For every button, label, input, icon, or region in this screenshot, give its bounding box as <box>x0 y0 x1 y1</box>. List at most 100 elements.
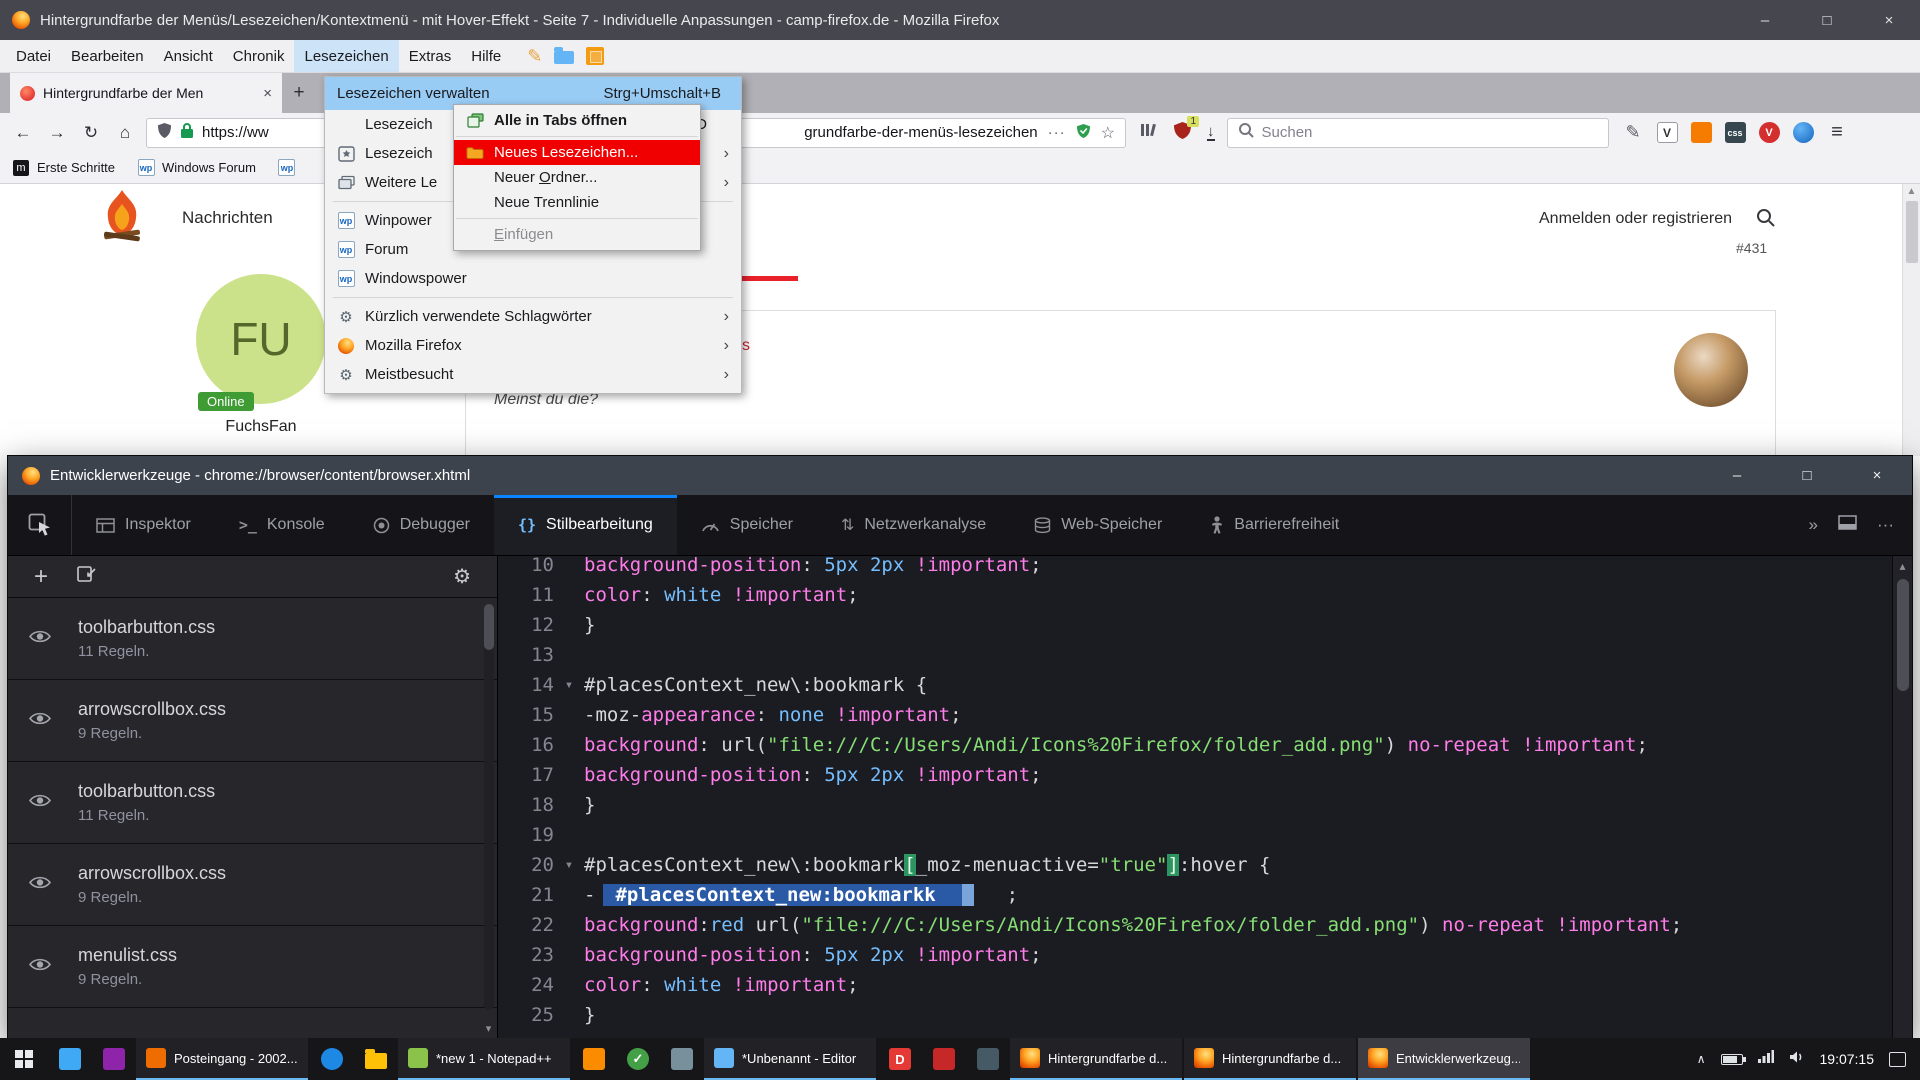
minimize-button[interactable]: – <box>1734 0 1796 40</box>
stylesheet-item[interactable]: arrowscrollbox.css9 Regeln. <box>8 844 497 926</box>
code-text[interactable]: } <box>584 790 595 820</box>
devtools-maximize-button[interactable]: □ <box>1772 456 1842 495</box>
code-text[interactable]: #placesContext_new\:bookmark { <box>584 670 927 700</box>
taskbar-icon-pinned-app-1[interactable] <box>48 1038 92 1080</box>
menubar-item-chronik[interactable]: Chronik <box>223 40 295 72</box>
new-tab-button[interactable]: + <box>282 73 316 113</box>
context-menu-item[interactable]: Alle in Tabs öffnen <box>454 108 700 133</box>
campfire-logo-icon[interactable] <box>100 188 144 247</box>
taskbar-icon-explorer-app[interactable] <box>354 1038 398 1080</box>
action-center-icon[interactable] <box>1889 1052 1906 1067</box>
close-button[interactable]: × <box>1858 0 1920 40</box>
fold-marker-icon[interactable]: ▾ <box>554 670 584 700</box>
stylesheet-item[interactable]: menulist.css9 Regeln. <box>8 926 497 1008</box>
taskbar-button[interactable]: *Unbenannt - Editor <box>704 1038 876 1080</box>
code-lines[interactable]: 10background-position: 5px 2px !importan… <box>498 556 1892 1038</box>
clock[interactable]: 19:07:15 <box>1820 1051 1875 1067</box>
devtools-close-button[interactable]: × <box>1842 456 1912 495</box>
menubar-item-lesezeichen[interactable]: Lesezeichen <box>294 40 398 72</box>
tab-close-icon[interactable]: × <box>263 85 272 102</box>
page-search-icon[interactable] <box>1756 208 1776 233</box>
devtools-tab-storage[interactable]: Web-Speicher <box>1010 495 1186 555</box>
folder-tool-icon[interactable] <box>554 51 574 64</box>
bookmarks-bar-item[interactable]: mErste Schritte <box>12 159 115 177</box>
code-text[interactable]: color: white !important; <box>584 580 859 610</box>
code-text[interactable]: background:red url("file:///C:/Users/And… <box>584 910 1682 940</box>
reload-button[interactable]: ↻ <box>74 116 108 150</box>
split-console-icon[interactable] <box>1838 515 1857 535</box>
sign-in-link[interactable]: Anmelden oder registrieren <box>1539 210 1732 228</box>
taskbar-button[interactable]: Hintergrundfarbe d... <box>1010 1038 1182 1080</box>
menubar-item-ansicht[interactable]: Ansicht <box>154 40 223 72</box>
taskbar-button[interactable]: *new 1 - Notepad++ <box>398 1038 570 1080</box>
context-menu-item[interactable]: Neuer Ordner... <box>454 165 700 190</box>
library-icon[interactable] <box>1140 122 1158 143</box>
context-menu-item[interactable]: Neue Trennlinie <box>454 190 700 215</box>
network-icon[interactable] <box>1758 1050 1774 1068</box>
lock-icon[interactable] <box>180 122 194 143</box>
v-addon-icon[interactable]: V <box>1657 122 1678 143</box>
volume-icon[interactable] <box>1789 1050 1805 1069</box>
context-menu-item[interactable]: Einfügen <box>454 222 700 247</box>
css-addon-icon[interactable]: css <box>1725 122 1746 143</box>
devtools-options-button[interactable]: ··· <box>1877 515 1894 535</box>
page-actions-more-icon[interactable]: ··· <box>1048 124 1066 141</box>
menu-item[interactable]: Mozilla Firefox› <box>325 331 741 360</box>
code-text[interactable]: } <box>584 610 595 640</box>
taskbar-button[interactable]: Hintergrundfarbe d... <box>1184 1038 1356 1080</box>
code-text[interactable]: } <box>584 1000 595 1030</box>
menu-item[interactable]: wpWindowspower <box>325 264 741 293</box>
new-stylesheet-button[interactable]: + <box>34 565 48 589</box>
search-bar[interactable]: Suchen <box>1227 118 1609 148</box>
stylesheet-item[interactable]: toolbarbutton.css11 Regeln. <box>8 762 497 844</box>
pick-element-button[interactable] <box>8 495 72 555</box>
code-text[interactable]: -moz-appearance: none !important; <box>584 700 962 730</box>
menubar-item-hilfe[interactable]: Hilfe <box>461 40 511 72</box>
devtools-tab-accessibility[interactable]: Barrierefreiheit <box>1186 495 1363 555</box>
devtools-tab-network[interactable]: ⇅Netzwerkanalyse <box>817 495 1010 555</box>
devtools-tab-inspector[interactable]: Inspektor <box>72 495 215 555</box>
taskbar-icon-app-red[interactable] <box>922 1038 966 1080</box>
menu-item[interactable]: ⚙Meistbesucht› <box>325 360 741 389</box>
red-addon-icon[interactable]: V <box>1759 122 1780 143</box>
ublock-icon[interactable]: 1 <box>1174 122 1191 144</box>
more-tools-button[interactable]: » <box>1809 515 1818 535</box>
taskbar-icon-app-d[interactable]: D <box>878 1038 922 1080</box>
import-stylesheet-icon[interactable] <box>76 565 96 588</box>
shield-icon[interactable] <box>157 122 172 143</box>
code-text[interactable]: background-position: 5px 2px !important; <box>584 940 1042 970</box>
visibility-eye-icon[interactable] <box>28 711 52 731</box>
stylesheet-item[interactable]: toolbarbutton.css11 Regeln. <box>8 598 497 680</box>
taskbar-icon-app-green-check[interactable]: ✓ <box>616 1038 660 1080</box>
forward-button[interactable]: → <box>40 116 74 150</box>
code-text[interactable]: background-position: 5px 2px !important; <box>584 760 1042 790</box>
battery-icon[interactable] <box>1721 1054 1743 1065</box>
menubar-item-extras[interactable]: Extras <box>399 40 462 72</box>
compose-addon-icon[interactable]: ✎ <box>1623 122 1644 143</box>
edit-tool-icon[interactable]: ✎ <box>527 46 542 67</box>
autocomplete-popup[interactable]: #placesContext_new:bookmarkk <box>603 884 973 906</box>
tab-active[interactable]: Hintergrundfarbe der Men × <box>10 73 282 113</box>
sidebar-scrollbar-thumb[interactable] <box>484 604 494 650</box>
menubar-item-datei[interactable]: Datei <box>6 40 61 72</box>
post-number[interactable]: #431 <box>1736 240 1767 256</box>
visibility-eye-icon[interactable] <box>28 793 52 813</box>
editor-scrollbar-thumb[interactable] <box>1897 579 1909 691</box>
code-text[interactable]: #placesContext_new\:bookmark[_moz-menuac… <box>584 850 1270 880</box>
download-icon[interactable]: ↓ <box>1207 124 1215 141</box>
scroll-up-icon[interactable]: ▲ <box>1903 186 1920 197</box>
fold-marker-icon[interactable]: ▾ <box>554 850 584 880</box>
bookmarks-bar-item[interactable]: wpWindows Forum <box>137 159 256 177</box>
permissions-shield-icon[interactable] <box>1076 123 1091 143</box>
visibility-eye-icon[interactable] <box>28 875 52 895</box>
devtools-titlebar[interactable]: Entwicklerwerkzeuge - chrome://browser/c… <box>8 456 1912 495</box>
home-button[interactable]: ⌂ <box>108 116 142 150</box>
page-scrollbar-thumb[interactable] <box>1906 201 1918 263</box>
devtools-minimize-button[interactable]: – <box>1702 456 1772 495</box>
tray-expand-icon[interactable]: ∧ <box>1697 1052 1706 1066</box>
code-text[interactable]: background: url("file:///C:/Users/Andi/I… <box>584 730 1648 760</box>
visibility-eye-icon[interactable] <box>28 629 52 649</box>
taskbar-button[interactable]: Posteingang - 2002... <box>136 1038 308 1080</box>
stylesheet-item[interactable]: arrowscrollbox.css9 Regeln. <box>8 680 497 762</box>
taskbar-icon-app-gray[interactable] <box>660 1038 704 1080</box>
